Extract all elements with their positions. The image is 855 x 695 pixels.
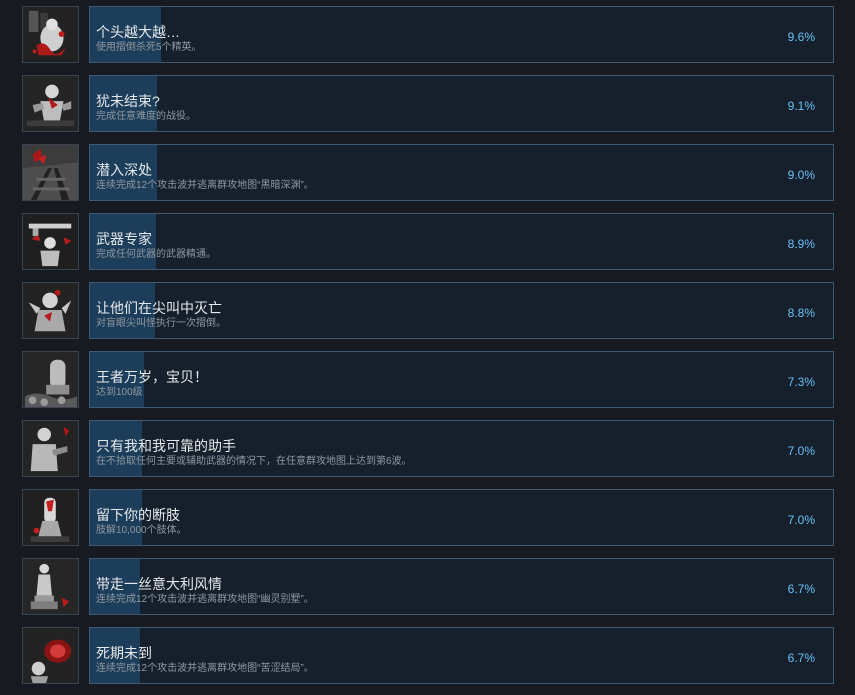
screamer-icon: [22, 282, 79, 339]
achievement-percent: 7.0%: [787, 513, 815, 527]
achievement-panel: 让他们在尖叫中灭亡 对盲眼尖叫怪执行一次摺倒。 8.8%: [89, 282, 834, 339]
achievement-row[interactable]: 只有我和我可靠的助手 在不拾取任何主要或辅助武器的情况下，在任意群攻地图上达到第…: [0, 420, 855, 489]
achievement-row[interactable]: 犹未结束? 完成任意难度的战役。 9.1%: [0, 75, 855, 144]
achievement-row[interactable]: 留下你的断肢 肢解10,000个肢体。 7.0%: [0, 489, 855, 558]
achievement-row[interactable]: 带走一丝意大利风情 连续完成12个攻击波并逃离群攻地图“幽灵别墅”。 6.7%: [0, 558, 855, 627]
achievement-percent: 9.6%: [787, 30, 815, 44]
weapon-expert-icon: [22, 213, 79, 270]
achievement-row[interactable]: 死期未到 连续完成12个攻击波并逃离群攻地图“苦涩结局”。 6.7%: [0, 627, 855, 695]
achievement-percent: 8.9%: [787, 237, 815, 251]
achievement-percent: 6.7%: [787, 651, 815, 665]
achievement-panel: 带走一丝意大利风情 连续完成12个攻击波并逃离群攻地图“幽灵别墅”。 6.7%: [89, 558, 834, 615]
achievement-title: 带走一丝意大利风情: [96, 576, 222, 592]
achievement-description: 使用摺倒杀死5个精英。: [96, 42, 202, 53]
achievement-panel: 个头越大越… 使用摺倒杀死5个精英。 9.6%: [89, 6, 834, 63]
achievement-description: 连续完成12个攻击波并逃离群攻地图“幽灵别墅”。: [96, 594, 314, 605]
achievement-description: 肢解10,000个肢体。: [96, 525, 187, 536]
achievement-percent: 9.1%: [787, 99, 815, 113]
achievement-percent: 7.0%: [787, 444, 815, 458]
achievement-panel: 只有我和我可靠的助手 在不拾取任何主要或辅助武器的情况下，在任意群攻地图上达到第…: [89, 420, 834, 477]
achievement-title: 死期未到: [96, 645, 152, 661]
bitter-end-12-icon: [22, 627, 79, 684]
achievement-description: 完成任何武器的武器精通。: [96, 249, 216, 260]
achievement-row[interactable]: 让他们在尖叫中灭亡 对盲眼尖叫怪执行一次摺倒。 8.8%: [0, 282, 855, 351]
dark-tracks-icon: [22, 144, 79, 201]
achievement-percent: 9.0%: [787, 168, 815, 182]
achievement-list: 个头越大越… 使用摺倒杀死5个精英。 9.6% 犹未结束? 完成任意难度的战役。…: [0, 0, 855, 695]
achievement-description: 连续完成12个攻击波并逃离群攻地图“苦涩结局”。: [96, 663, 314, 674]
achievement-description: 达到100级: [96, 387, 143, 398]
zombie-splatter-icon: [22, 6, 79, 63]
achievement-row[interactable]: 个头越大越… 使用摺倒杀死5个精英。 9.6%: [0, 6, 855, 75]
achievement-panel: 死期未到 连续完成12个攻击波并逃离群攻地图“苦涩结局”。 6.7%: [89, 627, 834, 684]
level-100-icon: [22, 351, 79, 408]
wave-6-icon: [22, 420, 79, 477]
achievement-title: 犹未结束?: [96, 93, 160, 109]
achievement-description: 完成任意难度的战役。: [96, 111, 196, 122]
achievement-description: 在不拾取任何主要或辅助武器的情况下，在任意群攻地图上达到第6波。: [96, 456, 412, 467]
achievement-description: 对盲眼尖叫怪执行一次摺倒。: [96, 318, 226, 329]
achievement-description: 连续完成12个攻击波并逃离群攻地图“黑暗深渊”。: [96, 180, 314, 191]
achievement-panel: 潜入深处 连续完成12个攻击波并逃离群攻地图“黑暗深渊”。 9.0%: [89, 144, 834, 201]
survivor-fighting-icon: [22, 75, 79, 132]
achievement-panel: 犹未结束? 完成任意难度的战役。 9.1%: [89, 75, 834, 132]
achievement-title: 让他们在尖叫中灭亡: [96, 300, 222, 316]
achievement-title: 王者万岁，宝贝！: [96, 369, 208, 385]
achievement-panel: 留下你的断肢 肢解10,000个肢体。 7.0%: [89, 489, 834, 546]
achievement-title: 个头越大越…: [96, 24, 180, 40]
achievement-title: 留下你的断肢: [96, 507, 180, 523]
statue-12-icon: [22, 558, 79, 615]
achievement-row[interactable]: 武器专家 完成任何武器的武器精通。 8.9%: [0, 213, 855, 282]
achievement-percent: 7.3%: [787, 375, 815, 389]
achievement-panel: 王者万岁，宝贝！ 达到100级 7.3%: [89, 351, 834, 408]
achievement-title: 武器专家: [96, 231, 152, 247]
achievement-title: 潜入深处: [96, 162, 152, 178]
severed-limb-icon: [22, 489, 79, 546]
achievement-row[interactable]: 王者万岁，宝贝！ 达到100级 7.3%: [0, 351, 855, 420]
achievement-row[interactable]: 潜入深处 连续完成12个攻击波并逃离群攻地图“黑暗深渊”。 9.0%: [0, 144, 855, 213]
achievement-panel: 武器专家 完成任何武器的武器精通。 8.9%: [89, 213, 834, 270]
achievement-title: 只有我和我可靠的助手: [96, 438, 236, 454]
achievement-percent: 8.8%: [787, 306, 815, 320]
achievement-percent: 6.7%: [787, 582, 815, 596]
